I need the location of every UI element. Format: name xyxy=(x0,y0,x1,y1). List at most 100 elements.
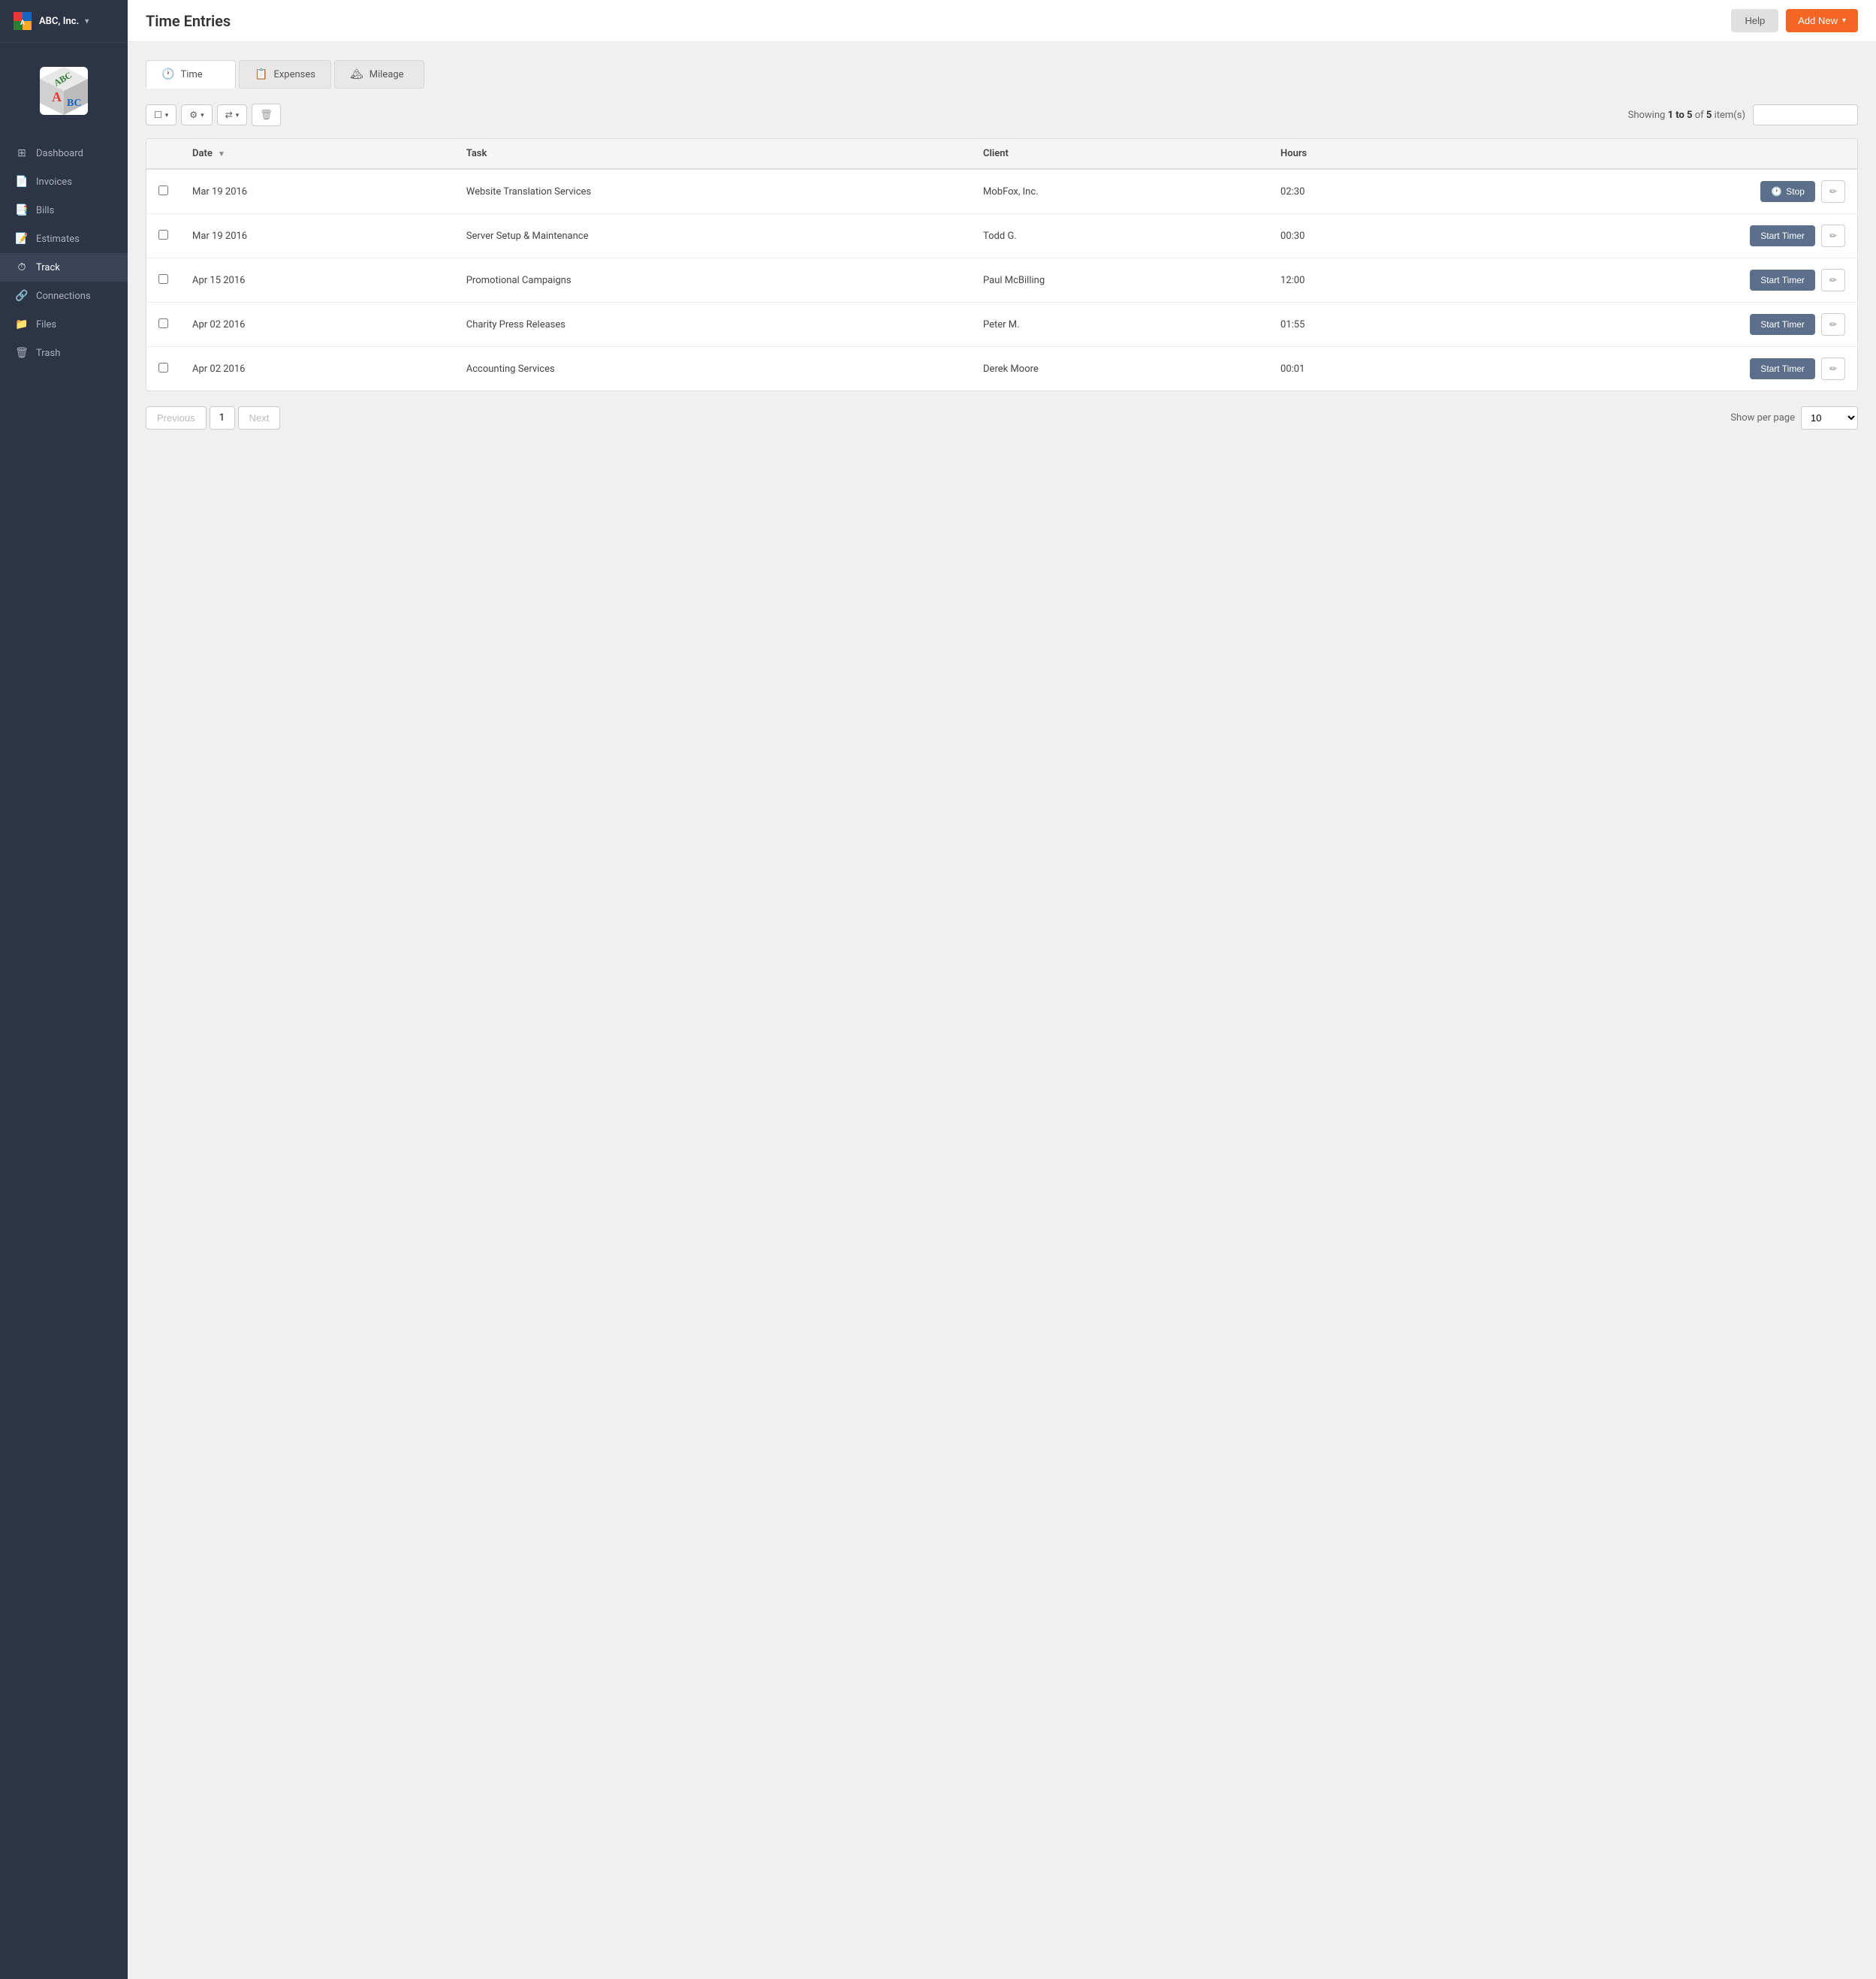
company-name: ABC, Inc. xyxy=(39,16,79,27)
page-title: Time Entries xyxy=(146,12,231,30)
edit-button-1[interactable]: ✏ xyxy=(1821,180,1845,203)
show-per-page-label: Show per page xyxy=(1730,412,1795,424)
sidebar-item-bills[interactable]: 📑 Bills xyxy=(0,196,128,225)
trash-icon: 🗑 xyxy=(15,347,29,359)
table-row: Apr 15 2016 Promotional Campaigns Paul M… xyxy=(146,258,1857,303)
edit-button-2[interactable]: ✏ xyxy=(1821,225,1845,247)
estimates-icon: 📝 xyxy=(15,233,29,245)
row-task-2: Server Setup & Maintenance xyxy=(454,214,971,258)
table-row: Mar 19 2016 Website Translation Services… xyxy=(146,169,1857,214)
edit-button-5[interactable]: ✏ xyxy=(1821,357,1845,380)
stop-button-1[interactable]: 🕐 Stop xyxy=(1760,181,1815,202)
row-task-3: Promotional Campaigns xyxy=(454,258,971,303)
sidebar-item-invoices[interactable]: 📄 Invoices xyxy=(0,167,128,196)
sidebar-item-connections[interactable]: 🔗 Connections xyxy=(0,282,128,310)
sidebar-item-label: Dashboard xyxy=(36,148,83,159)
per-page-select[interactable]: 10 25 50 100 xyxy=(1801,406,1858,430)
sidebar-item-label: Files xyxy=(36,319,56,330)
row-task-5: Accounting Services xyxy=(454,347,971,391)
sidebar-item-label: Track xyxy=(36,262,60,273)
mileage-tab-icon: 🏔 xyxy=(350,68,363,80)
sidebar-item-track[interactable]: ⏱ Track xyxy=(0,253,128,282)
toolbar-right: Showing 1 to 5 of 5 item(s) 🔍 xyxy=(1628,104,1858,125)
sidebar-item-files[interactable]: 📁 Files xyxy=(0,310,128,339)
tab-mileage-label: Mileage xyxy=(369,69,404,80)
start-timer-button-4[interactable]: Start Timer xyxy=(1750,314,1815,335)
connections-icon: 🔗 xyxy=(15,290,29,302)
edit-icon: ✏ xyxy=(1829,186,1837,197)
search-input[interactable] xyxy=(1753,104,1858,125)
previous-button[interactable]: Previous xyxy=(146,406,207,430)
main-content: Time Entries Help Add New ▾ 🕐 Time 📋 Exp… xyxy=(128,0,1876,1979)
row-checkbox-3[interactable] xyxy=(158,274,168,284)
sidebar-item-label: Estimates xyxy=(36,234,80,245)
track-icon: ⏱ xyxy=(15,261,29,273)
export-caret-icon: ▾ xyxy=(236,111,240,119)
header-date[interactable]: Date ▼ xyxy=(180,139,454,169)
svg-text:BC: BC xyxy=(67,98,81,109)
settings-button[interactable]: ⚙ ▾ xyxy=(181,104,212,125)
start-timer-button-2[interactable]: Start Timer xyxy=(1750,225,1815,246)
delete-button[interactable]: 🗑 xyxy=(252,104,281,126)
sidebar-item-trash[interactable]: 🗑 Trash xyxy=(0,339,128,367)
expenses-tab-icon: 📋 xyxy=(255,68,267,80)
row-hours-1: 02:30 xyxy=(1268,169,1443,214)
row-task-4: Charity Press Releases xyxy=(454,303,971,347)
row-checkbox-cell xyxy=(146,347,180,391)
table-body: Mar 19 2016 Website Translation Services… xyxy=(146,169,1857,391)
row-date-3: Apr 15 2016 xyxy=(180,258,454,303)
current-page: 1 xyxy=(210,406,235,430)
tab-mileage[interactable]: 🏔 Mileage xyxy=(334,60,424,89)
row-client-5: Derek Moore xyxy=(971,347,1268,391)
stop-clock-icon: 🕐 xyxy=(1771,186,1782,197)
sidebar-item-estimates[interactable]: 📝 Estimates xyxy=(0,225,128,253)
tab-time[interactable]: 🕐 Time xyxy=(146,60,236,89)
row-checkbox-cell xyxy=(146,169,180,214)
row-checkbox-2[interactable] xyxy=(158,230,168,240)
row-checkbox-4[interactable] xyxy=(158,318,168,328)
edit-icon: ✏ xyxy=(1829,275,1837,285)
sidebar-header[interactable]: A ABC, Inc. ▾ xyxy=(0,0,128,43)
edit-button-3[interactable]: ✏ xyxy=(1821,269,1845,291)
export-button[interactable]: ⇄ ▾ xyxy=(217,104,248,125)
row-actions-1: 🕐 Stop ✏ xyxy=(1443,169,1857,214)
row-checkbox-cell xyxy=(146,214,180,258)
settings-icon: ⚙ xyxy=(189,110,198,120)
invoices-icon: 📄 xyxy=(15,176,29,188)
tab-expenses[interactable]: 📋 Expenses xyxy=(239,60,331,89)
start-timer-button-5[interactable]: Start Timer xyxy=(1750,358,1815,379)
sidebar-item-label: Bills xyxy=(36,205,54,216)
pagination: Previous 1 Next xyxy=(146,406,280,430)
table-row: Mar 19 2016 Server Setup & Maintenance T… xyxy=(146,214,1857,258)
edit-icon: ✏ xyxy=(1829,319,1837,330)
tab-time-label: Time xyxy=(180,69,202,80)
row-date-4: Apr 02 2016 xyxy=(180,303,454,347)
pagination-row: Previous 1 Next Show per page 10 25 50 1… xyxy=(146,406,1858,430)
settings-caret-icon: ▾ xyxy=(201,111,204,119)
topbar: Time Entries Help Add New ▾ xyxy=(128,0,1876,42)
header-client: Client xyxy=(971,139,1268,169)
select-all-button[interactable]: ☐ ▾ xyxy=(146,104,176,125)
row-checkbox-1[interactable] xyxy=(158,186,168,195)
start-timer-button-3[interactable]: Start Timer xyxy=(1750,270,1815,291)
row-checkbox-5[interactable] xyxy=(158,363,168,373)
header-task: Task xyxy=(454,139,971,169)
add-new-label: Add New xyxy=(1798,15,1838,26)
showing-text: Showing 1 to 5 of 5 item(s) xyxy=(1628,110,1745,121)
edit-button-4[interactable]: ✏ xyxy=(1821,313,1845,336)
bills-icon: 📑 xyxy=(15,204,29,216)
add-new-caret-icon: ▾ xyxy=(1842,17,1846,25)
row-date-2: Mar 19 2016 xyxy=(180,214,454,258)
next-button[interactable]: Next xyxy=(238,406,281,430)
table-row: Apr 02 2016 Charity Press Releases Peter… xyxy=(146,303,1857,347)
row-hours-5: 00:01 xyxy=(1268,347,1443,391)
checkbox-icon: ☐ xyxy=(154,110,162,120)
add-new-button[interactable]: Add New ▾ xyxy=(1786,9,1858,32)
row-actions-4: Start Timer ✏ xyxy=(1443,303,1857,347)
help-button[interactable]: Help xyxy=(1731,9,1778,32)
tab-expenses-label: Expenses xyxy=(273,69,315,80)
sidebar-item-dashboard[interactable]: ⊞ Dashboard xyxy=(0,139,128,167)
edit-icon: ✏ xyxy=(1829,231,1837,241)
toolbar-left: ☐ ▾ ⚙ ▾ ⇄ ▾ 🗑 xyxy=(146,104,281,126)
entries-table: Date ▼ Task Client Hours xyxy=(146,139,1857,391)
